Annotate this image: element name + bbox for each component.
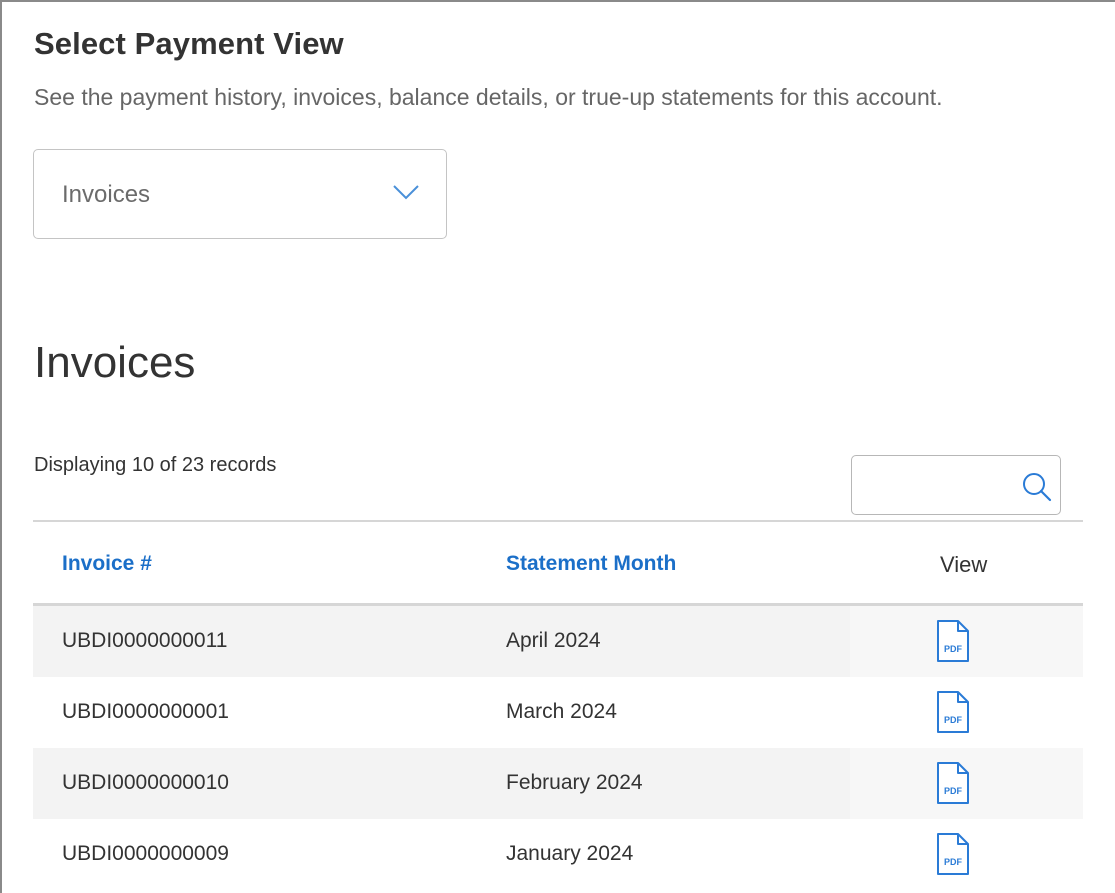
invoice-search-box <box>851 455 1061 515</box>
pdf-icon-label: PDF <box>944 715 963 725</box>
payment-view-select[interactable]: Invoices <box>33 149 447 239</box>
pdf-icon-label: PDF <box>944 786 963 796</box>
pdf-icon[interactable]: PDF <box>936 619 970 663</box>
table-header: Invoice # Statement Month View <box>33 522 1083 606</box>
invoices-table: Invoice # Statement Month View UBDI00000… <box>33 522 1083 890</box>
invoices-heading: Invoices <box>34 338 196 387</box>
column-header-statement-month[interactable]: Statement Month <box>506 552 676 576</box>
view-cell: PDF <box>850 677 1083 748</box>
pdf-icon[interactable]: PDF <box>936 761 970 805</box>
invoice-search-input[interactable] <box>858 462 1012 510</box>
page-subtitle: See the payment history, invoices, balan… <box>34 84 943 110</box>
view-cell: PDF <box>850 819 1083 890</box>
records-count: Displaying 10 of 23 records <box>34 454 277 476</box>
view-cell: PDF <box>850 606 1083 677</box>
search-icon[interactable] <box>1018 468 1056 506</box>
column-header-invoice[interactable]: Invoice # <box>62 552 152 576</box>
page-title: Select Payment View <box>34 26 344 61</box>
pdf-icon-label: PDF <box>944 644 963 654</box>
table-row: UBDI0000000010 February 2024 PDF <box>33 748 1083 819</box>
pdf-icon-label: PDF <box>944 857 963 867</box>
statement-month: March 2024 <box>506 700 617 723</box>
pdf-icon[interactable]: PDF <box>936 690 970 734</box>
invoice-number: UBDI0000000001 <box>62 700 229 723</box>
column-header-view: View <box>940 552 988 577</box>
payment-view-selected-value: Invoices <box>62 181 151 208</box>
statement-month: January 2024 <box>506 842 634 865</box>
table-row: UBDI0000000009 January 2024 PDF <box>33 819 1083 890</box>
table-row: UBDI0000000011 April 2024 PDF <box>33 606 1083 677</box>
statement-month: April 2024 <box>506 629 601 652</box>
invoice-number: UBDI0000000010 <box>62 771 229 794</box>
view-cell: PDF <box>850 748 1083 819</box>
invoice-number: UBDI0000000011 <box>62 629 228 652</box>
chevron-down-icon <box>393 185 419 200</box>
statement-month: February 2024 <box>506 771 643 794</box>
table-row: UBDI0000000001 March 2024 PDF <box>33 677 1083 748</box>
invoice-number: UBDI0000000009 <box>62 842 229 865</box>
pdf-icon[interactable]: PDF <box>936 832 970 876</box>
